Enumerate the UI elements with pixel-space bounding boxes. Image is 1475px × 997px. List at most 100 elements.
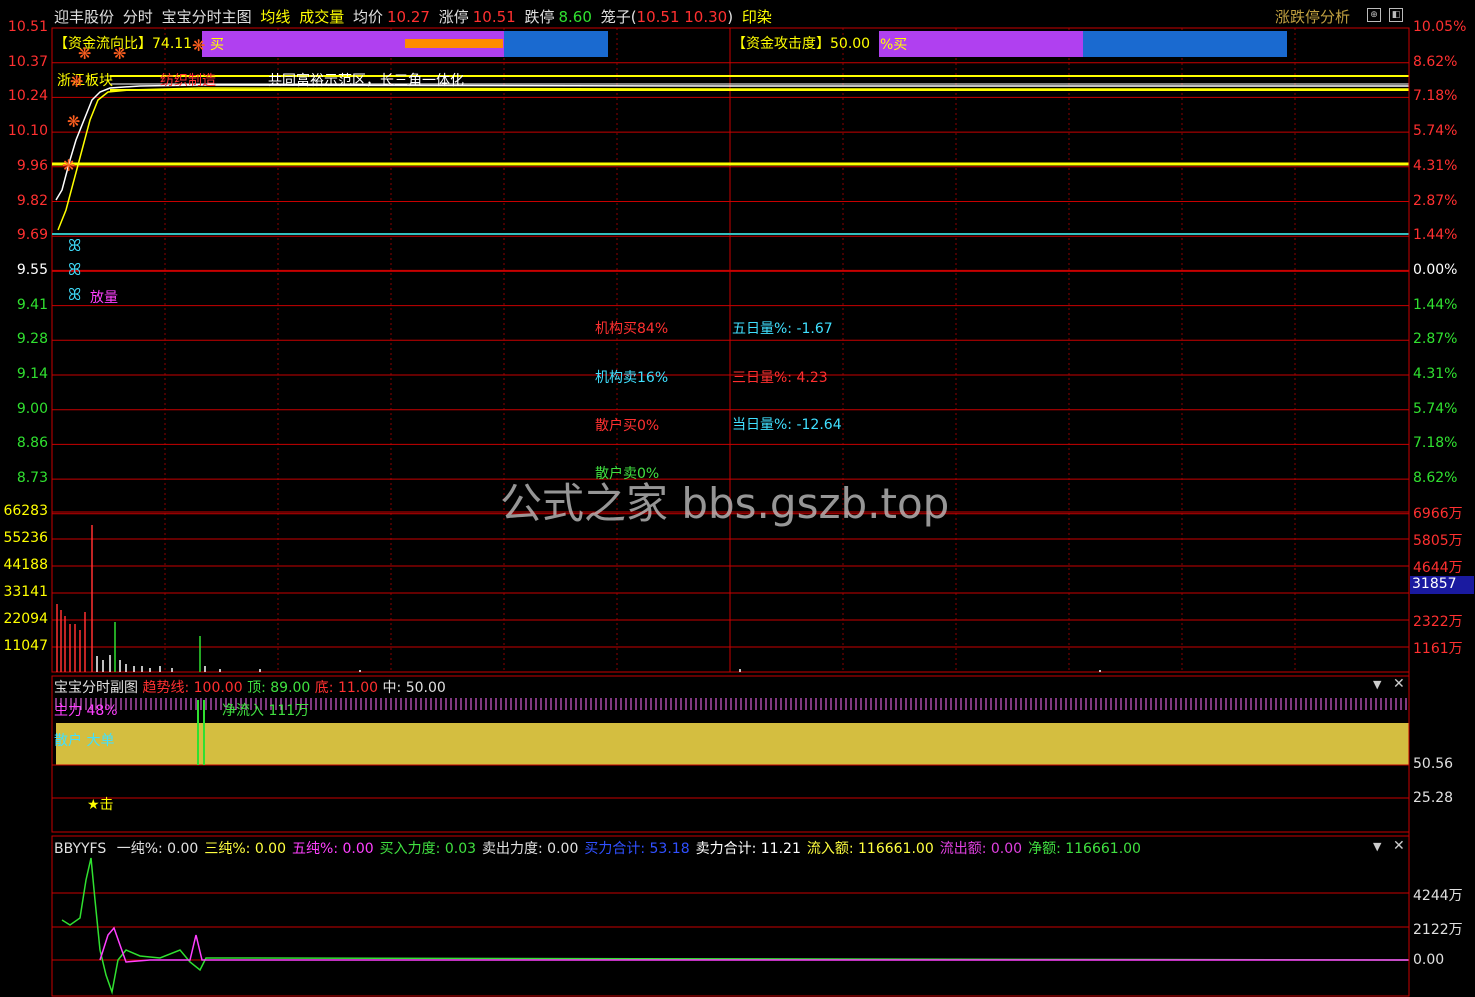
price-label-right: 8.62%	[1413, 53, 1458, 70]
limit-up-value: 10.51	[472, 8, 516, 26]
volume-label-right: 5805万	[1413, 533, 1463, 549]
ma-label: 均线	[260, 8, 291, 26]
sub1-colon: :	[261, 680, 271, 696]
volume-label-left: 33141	[3, 584, 48, 600]
stock-name[interactable]: 迎丰股份	[54, 8, 114, 26]
butterfly-icon: ꕤ	[68, 260, 82, 279]
limit-up-label: 涨停	[438, 8, 469, 26]
sub2-axis-2: 2122万	[1413, 922, 1463, 938]
avg-curve	[57, 87, 1409, 231]
limit-down-value: 8.60	[558, 8, 592, 26]
avg-value: 10.27	[387, 8, 430, 26]
sub2-metric: 一纯%: 0.00	[116, 841, 199, 857]
sub2-metric: 净额: 116661.00	[1028, 841, 1141, 857]
limit-down-label: 跌停	[524, 8, 555, 26]
price-label-right: 2.87%	[1413, 192, 1458, 209]
industry-tag: 纺织制造	[160, 73, 216, 89]
sub2-close-icon[interactable]: ✕	[1393, 838, 1405, 854]
sub1-star-tag: ★击	[87, 797, 114, 813]
price-label-right: 1.44%	[1413, 227, 1458, 244]
fund-flow-value: 74.11	[152, 36, 193, 52]
attack-bar-purple	[879, 31, 1083, 57]
attack-value: 50.00	[830, 36, 871, 52]
concept-tag: 共同富裕示范区，长三角一体化	[268, 73, 464, 89]
sub1-trend-label: 趋势线	[142, 680, 185, 696]
price-label-right: 0.00%	[1413, 261, 1458, 278]
sub2-metric: 买入力度: 0.03	[379, 841, 477, 857]
today-volume: 当日量%: -12.64	[732, 417, 842, 433]
fund-flow-suffix: 买	[210, 37, 224, 53]
sub-panel-2-green-curve	[61, 857, 1410, 995]
fund-flow-label: 【资金流向比】	[54, 36, 152, 52]
price-label-right: 5.74%	[1413, 123, 1458, 140]
sub2-title[interactable]: BBYYFS	[54, 841, 106, 857]
price-label-left: 9.82	[16, 192, 48, 209]
sub1-main-tag: 主力 48%	[54, 703, 118, 719]
attack-bar-blue	[1083, 31, 1287, 57]
sub1-colon: :	[328, 680, 338, 696]
watermark: 公式之家 bbs.gszb.top	[500, 479, 950, 528]
sub1-bottom-label: 底	[314, 680, 329, 696]
main-chart-label[interactable]: 宝宝分时主图	[162, 8, 252, 26]
sub1-axis-2: 25.28	[1413, 790, 1454, 806]
fire-icon: ❋	[62, 156, 76, 175]
price-label-right: 4.31%	[1413, 157, 1458, 174]
sub1-top-label: 顶	[247, 680, 262, 696]
fund-flow-bar-blue	[504, 31, 608, 57]
price-label-right: 4.31%	[1413, 366, 1458, 382]
fire-icon: ❋	[78, 44, 92, 63]
price-label-left: 10.51	[7, 19, 48, 35]
sub-panel-2-header: BBYYFS 一纯%: 0.00 三纯%: 0.00 五纯%: 0.00 买入力度: …	[54, 838, 1147, 858]
panel-toggle-icon[interactable]: ◧	[1389, 8, 1403, 22]
sub1-axis-1: 50.56	[1413, 756, 1454, 772]
sub1-title[interactable]: 宝宝分时副图	[54, 680, 138, 696]
attack-indicator: 【资金攻击度】50.00	[732, 33, 870, 53]
price-label-right: 5.74%	[1413, 400, 1458, 417]
price-label-right: 8.62%	[1413, 470, 1458, 487]
sub-panel-1-gold-band	[56, 723, 1409, 765]
volume-surge-label: 放量	[90, 290, 118, 306]
price-label-left: 9.14	[16, 366, 48, 382]
sub1-retail-tag: 散户 大单	[54, 733, 115, 749]
price-label-left: 10.37	[7, 53, 48, 70]
sub2-metric: 流入额: 116661.00	[806, 841, 934, 857]
limit-analysis-button[interactable]: 涨跌停分析	[1275, 6, 1350, 27]
price-label-left: 10.10	[7, 123, 48, 140]
sub1-bottom-value: 11.00	[337, 680, 379, 696]
price-label-left: 9.96	[16, 157, 48, 174]
volume-bars	[56, 525, 1101, 672]
avg-label: 均价	[352, 8, 383, 26]
sub2-metric: 三纯%: 0.00	[204, 841, 287, 857]
price-label-left: 10.24	[7, 88, 48, 105]
inst-sell: 机构卖16%	[595, 370, 669, 386]
expand-icon[interactable]: ⊕	[1367, 8, 1381, 22]
sub2-dropdown-icon[interactable]: ▼	[1373, 840, 1381, 853]
sub1-colon: :	[184, 680, 194, 696]
sector-label[interactable]: 印染	[742, 8, 772, 26]
sub2-metric: 卖出力度: 0.00	[482, 841, 579, 857]
sub1-net-inflow: 净流入 111万	[222, 703, 310, 719]
price-label-left: 9.41	[16, 296, 48, 313]
inst-buy: 机构买84%	[595, 321, 669, 337]
butterfly-icon: ꕤ	[68, 285, 82, 304]
attack-label: 【资金攻击度】	[732, 36, 830, 52]
sub2-metric: 流出额: 0.00	[939, 841, 1023, 857]
price-label-left: 9.00	[16, 400, 48, 417]
sub2-metric: 卖力合计: 11.21	[695, 841, 801, 857]
sub1-top-value: 89.00	[270, 680, 311, 696]
price-label-left: 8.86	[16, 435, 48, 452]
retail-buy: 散户买0%	[595, 418, 660, 434]
three-day-volume: 三日量%: 4.23	[732, 370, 828, 386]
price-label-right: 10.05%	[1413, 19, 1467, 35]
volume-label-left: 44188	[3, 557, 48, 573]
fire-icon: ❋	[113, 44, 127, 63]
mode-label[interactable]: 分时	[123, 8, 153, 26]
fire-icon: ❋	[67, 112, 81, 131]
sub2-metric: 五纯%: 0.00	[292, 841, 374, 857]
volume-label-left: 66283	[3, 503, 48, 519]
sub1-close-icon[interactable]: ✕	[1393, 676, 1405, 692]
sub1-dropdown-icon[interactable]: ▼	[1373, 678, 1381, 691]
price-label-right: 7.18%	[1413, 88, 1458, 105]
volume-label-left: 22094	[3, 611, 48, 627]
volume-label-right: 1161万	[1413, 641, 1463, 657]
